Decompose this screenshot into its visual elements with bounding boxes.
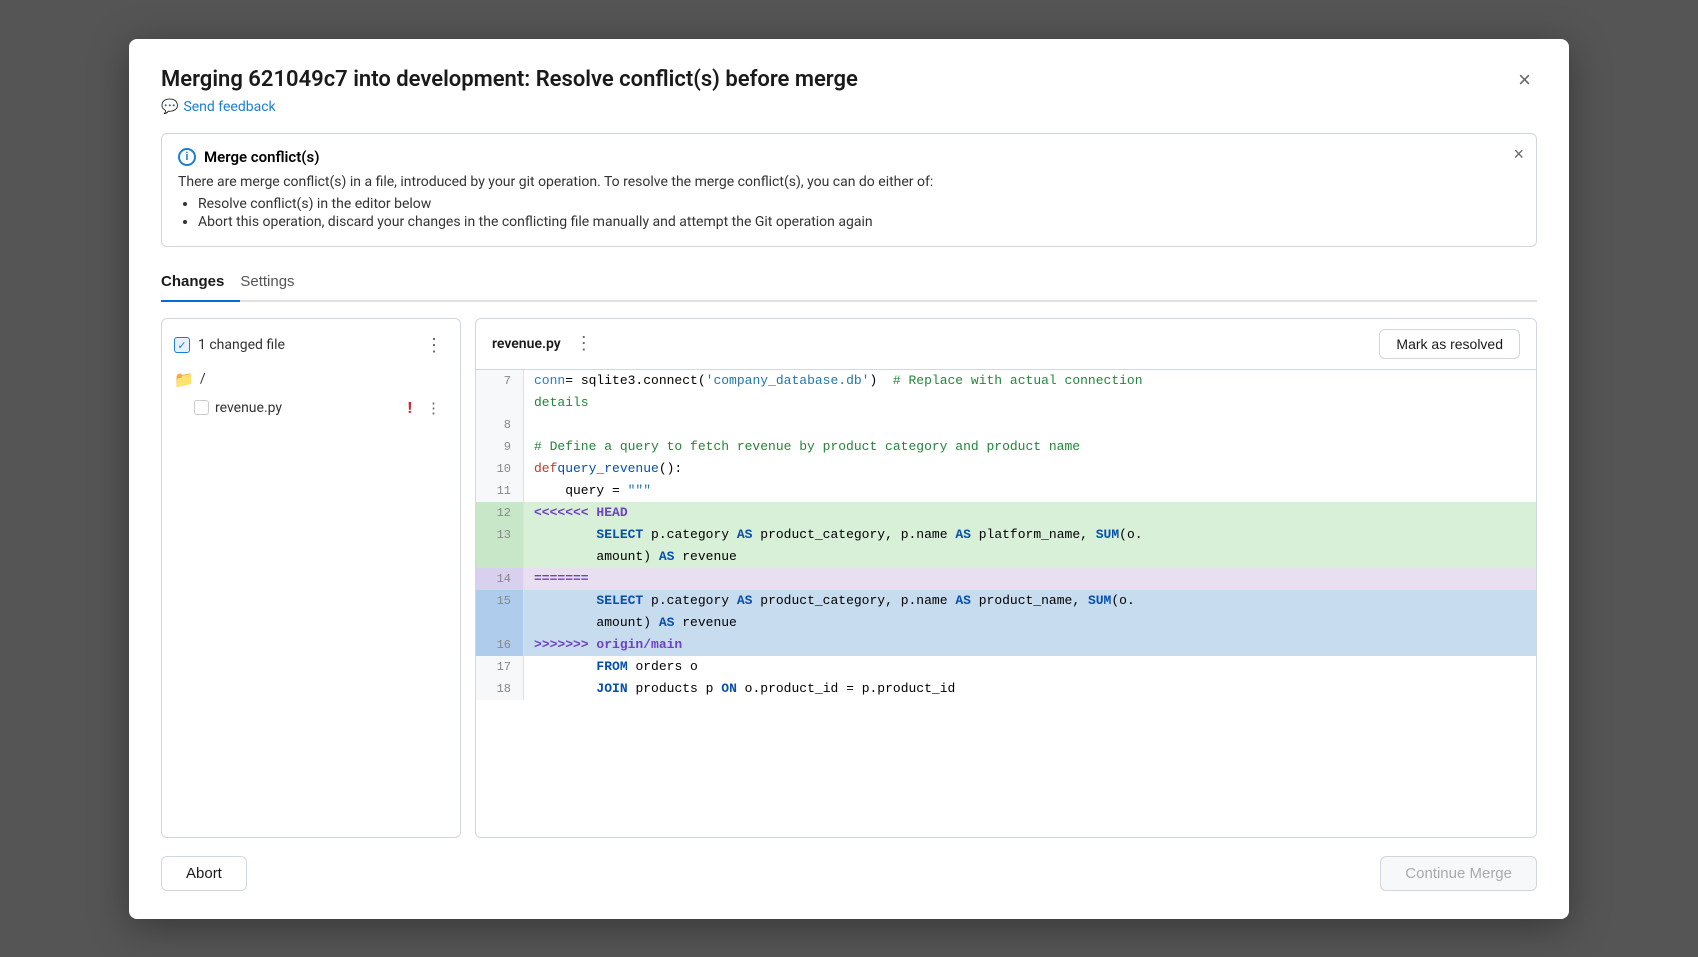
code-line-11: 11 query = """ xyxy=(476,480,1536,502)
changed-files-count: 1 changed file xyxy=(198,337,285,353)
file-menu-button[interactable]: ⋮ xyxy=(422,397,446,419)
line-number-14: 14 xyxy=(476,568,524,590)
line-number-9: 9 xyxy=(476,436,524,458)
line-number-15: 15 xyxy=(476,590,524,612)
send-feedback-link[interactable]: 💬 Send feedback xyxy=(161,99,1537,115)
line-number-15b xyxy=(476,612,524,634)
code-line-17: 17 FROM orders o xyxy=(476,656,1536,678)
modal-title: Merging 621049c7 into development: Resol… xyxy=(161,67,858,92)
conflict-badge: ! xyxy=(408,398,412,417)
tab-bar: Changes Settings xyxy=(161,267,1537,302)
left-panel: 1 changed file ⋮ 📁 / revenue.py ! ⋮ xyxy=(161,318,461,838)
line-content-10: def query_revenue(): xyxy=(524,458,1536,480)
line-content-12: <<<<<<< HEAD xyxy=(524,502,1536,524)
line-number-11: 11 xyxy=(476,480,524,502)
line-number-12: 12 xyxy=(476,502,524,524)
modal-footer: Abort Continue Merge xyxy=(161,856,1537,891)
line-number-8: 8 xyxy=(476,414,524,436)
line-number-18: 18 xyxy=(476,678,524,700)
code-line-16: 16 >>>>>>> origin/main xyxy=(476,634,1536,656)
files-checkbox[interactable] xyxy=(174,337,190,353)
line-content-8 xyxy=(524,414,1536,436)
file-row[interactable]: revenue.py ! ⋮ xyxy=(172,393,450,423)
content-area: 1 changed file ⋮ 📁 / revenue.py ! ⋮ reve… xyxy=(161,318,1537,838)
banner-close-button[interactable]: × xyxy=(1513,144,1524,165)
editor-file-name: revenue.py xyxy=(492,336,561,352)
code-line-9: 9 # Define a query to fetch revenue by p… xyxy=(476,436,1536,458)
code-line-7b: details xyxy=(476,392,1536,414)
abort-button[interactable]: Abort xyxy=(161,856,247,891)
line-content-17: FROM orders o xyxy=(524,656,1536,678)
left-panel-header: 1 changed file ⋮ xyxy=(172,329,450,366)
code-line-8: 8 xyxy=(476,414,1536,436)
code-editor[interactable]: 7 conn = sqlite3.connect('company_databa… xyxy=(476,370,1536,837)
banner-list: Resolve conflict(s) in the editor below … xyxy=(178,196,1520,230)
file-checkbox[interactable] xyxy=(194,400,209,415)
code-line-13: 13 SELECT p.category AS product_category… xyxy=(476,524,1536,546)
feedback-label: Send feedback xyxy=(183,99,275,115)
changed-files-label: 1 changed file xyxy=(174,337,285,353)
banner-description: There are merge conflict(s) in a file, i… xyxy=(178,174,1520,190)
line-content-15b: amount) AS revenue xyxy=(524,612,1536,634)
continue-merge-button[interactable]: Continue Merge xyxy=(1380,856,1537,891)
code-line-7: 7 conn = sqlite3.connect('company_databa… xyxy=(476,370,1536,392)
line-content-7: conn = sqlite3.connect('company_database… xyxy=(524,370,1536,392)
feedback-icon: 💬 xyxy=(161,99,178,115)
line-number-13: 13 xyxy=(476,524,524,546)
code-line-18: 18 JOIN products p ON o.product_id = p.p… xyxy=(476,678,1536,700)
modal-header: Merging 621049c7 into development: Resol… xyxy=(161,67,1537,93)
tab-settings[interactable]: Settings xyxy=(240,267,310,302)
banner-title: Merge conflict(s) xyxy=(204,148,319,166)
banner-bullet-1: Resolve conflict(s) in the editor below xyxy=(198,196,1520,212)
merge-conflict-banner: i Merge conflict(s) There are merge conf… xyxy=(161,133,1537,247)
mark-resolved-button[interactable]: Mark as resolved xyxy=(1379,329,1520,359)
line-number-16: 16 xyxy=(476,634,524,656)
line-content-13b: amount) AS revenue xyxy=(524,546,1536,568)
code-line-12: 12 <<<<<<< HEAD xyxy=(476,502,1536,524)
line-content-9: # Define a query to fetch revenue by pro… xyxy=(524,436,1536,458)
right-panel: revenue.py ⋮ Mark as resolved 7 conn = s… xyxy=(475,318,1537,838)
banner-bullet-2: Abort this operation, discard your chang… xyxy=(198,214,1520,230)
merge-conflict-modal: Merging 621049c7 into development: Resol… xyxy=(129,39,1569,919)
line-number-13b xyxy=(476,546,524,568)
line-content-14: ======= xyxy=(524,568,1536,590)
line-number-7b xyxy=(476,392,524,414)
line-content-13: SELECT p.category AS product_category, p… xyxy=(524,524,1536,546)
editor-menu-button[interactable]: ⋮ xyxy=(571,331,598,356)
banner-header: i Merge conflict(s) xyxy=(178,148,1520,166)
line-content-16: >>>>>>> origin/main xyxy=(524,634,1536,656)
code-line-15: 15 SELECT p.category AS product_category… xyxy=(476,590,1536,612)
code-line-14: 14 ======= xyxy=(476,568,1536,590)
line-content-18: JOIN products p ON o.product_id = p.prod… xyxy=(524,678,1536,700)
code-line-15b: amount) AS revenue xyxy=(476,612,1536,634)
code-line-13b: amount) AS revenue xyxy=(476,546,1536,568)
folder-row: 📁 / xyxy=(172,366,450,393)
line-number-10: 10 xyxy=(476,458,524,480)
line-content-15: SELECT p.category AS product_category, p… xyxy=(524,590,1536,612)
code-line-10: 10 def query_revenue(): xyxy=(476,458,1536,480)
files-menu-button[interactable]: ⋮ xyxy=(421,333,448,358)
tab-changes[interactable]: Changes xyxy=(161,267,240,302)
folder-name: / xyxy=(200,371,206,387)
line-content-7b: details xyxy=(524,392,1536,414)
file-name-left: revenue.py xyxy=(215,400,282,416)
line-number-7: 7 xyxy=(476,370,524,392)
modal-close-button[interactable]: × xyxy=(1512,67,1537,93)
line-number-17: 17 xyxy=(476,656,524,678)
editor-header: revenue.py ⋮ Mark as resolved xyxy=(476,319,1536,370)
info-icon: i xyxy=(178,148,196,166)
folder-icon: 📁 xyxy=(174,370,194,389)
line-content-11: query = """ xyxy=(524,480,1536,502)
